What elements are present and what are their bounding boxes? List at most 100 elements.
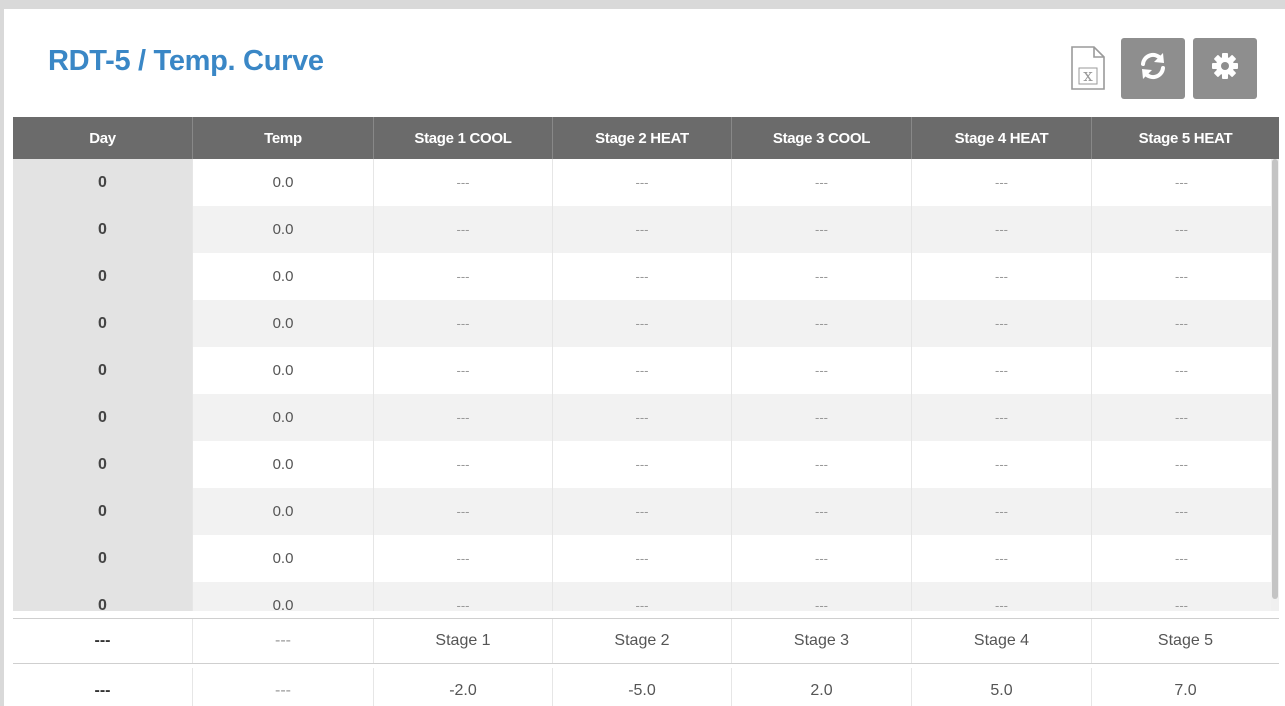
cell-stage-2[interactable]: --- (553, 394, 732, 441)
cell-day[interactable]: 0 (13, 582, 193, 611)
stage-values-row: --- --- -2.0 -5.0 2.0 5.0 7.0 (13, 668, 1279, 706)
cell-stage-4[interactable]: --- (912, 488, 1092, 535)
cell-stage-5[interactable]: --- (1092, 582, 1271, 611)
settings-button[interactable] (1193, 38, 1257, 99)
cell-stage-1[interactable]: --- (374, 582, 553, 611)
cell-stage-1[interactable]: --- (374, 253, 553, 300)
cell-stage-1[interactable]: --- (374, 206, 553, 253)
cell-day[interactable]: 0 (13, 300, 193, 347)
cell-stage-5[interactable]: --- (1092, 441, 1271, 488)
cell-stage-5[interactable]: --- (1092, 300, 1271, 347)
cell-stage-1[interactable]: --- (374, 535, 553, 582)
cell-day[interactable]: 0 (13, 535, 193, 582)
stage-label-temp: --- (193, 619, 374, 663)
cell-stage-2[interactable]: --- (553, 488, 732, 535)
table-row[interactable]: 0 0.0 --- --- --- --- --- (13, 300, 1271, 347)
cell-stage-4[interactable]: --- (912, 253, 1092, 300)
cell-stage-4[interactable]: --- (912, 300, 1092, 347)
table-row[interactable]: 0 0.0 --- --- --- --- --- (13, 582, 1271, 611)
cell-stage-2[interactable]: --- (553, 253, 732, 300)
cell-day[interactable]: 0 (13, 488, 193, 535)
cell-temp[interactable]: 0.0 (193, 441, 374, 488)
cell-temp[interactable]: 0.0 (193, 347, 374, 394)
cell-day[interactable]: 0 (13, 394, 193, 441)
cell-temp[interactable]: 0.0 (193, 159, 374, 206)
table-row[interactable]: 0 0.0 --- --- --- --- --- (13, 488, 1271, 535)
vertical-scrollbar[interactable] (1271, 159, 1279, 611)
page-title: RDT-5 / Temp. Curve (48, 45, 324, 77)
cell-stage-5[interactable]: --- (1092, 394, 1271, 441)
table-row[interactable]: 0 0.0 --- --- --- --- --- (13, 206, 1271, 253)
excel-export-icon[interactable]: x (1064, 44, 1112, 92)
cell-day[interactable]: 0 (13, 441, 193, 488)
table-row[interactable]: 0 0.0 --- --- --- --- --- (13, 159, 1271, 206)
cell-day[interactable]: 0 (13, 159, 193, 206)
table-row[interactable]: 0 0.0 --- --- --- --- --- (13, 347, 1271, 394)
cell-stage-3[interactable]: --- (732, 394, 912, 441)
stage-value-stage-2[interactable]: -5.0 (553, 668, 732, 706)
table-body[interactable]: 0 0.0 --- --- --- --- --- 0 0.0 --- --- --- --- --- 0 0… (13, 159, 1271, 611)
cell-stage-2[interactable]: --- (553, 347, 732, 394)
cell-stage-2[interactable]: --- (553, 206, 732, 253)
cell-stage-3[interactable]: --- (732, 206, 912, 253)
cell-temp[interactable]: 0.0 (193, 582, 374, 611)
cell-stage-5[interactable]: --- (1092, 253, 1271, 300)
cell-stage-5[interactable]: --- (1092, 535, 1271, 582)
cell-stage-3[interactable]: --- (732, 253, 912, 300)
cell-stage-1[interactable]: --- (374, 441, 553, 488)
table-row[interactable]: 0 0.0 --- --- --- --- --- (13, 253, 1271, 300)
cell-stage-2[interactable]: --- (553, 535, 732, 582)
cell-stage-5[interactable]: --- (1092, 206, 1271, 253)
stage-value-stage-3[interactable]: 2.0 (732, 668, 912, 706)
cell-stage-5[interactable]: --- (1092, 488, 1271, 535)
cell-stage-2[interactable]: --- (553, 159, 732, 206)
cell-stage-2[interactable]: --- (553, 582, 732, 611)
cell-stage-4[interactable]: --- (912, 582, 1092, 611)
table-row[interactable]: 0 0.0 --- --- --- --- --- (13, 535, 1271, 582)
cell-stage-4[interactable]: --- (912, 535, 1092, 582)
cell-temp[interactable]: 0.0 (193, 394, 374, 441)
cell-stage-1[interactable]: --- (374, 300, 553, 347)
cell-temp[interactable]: 0.0 (193, 253, 374, 300)
refresh-button[interactable] (1121, 38, 1185, 99)
cell-stage-3[interactable]: --- (732, 347, 912, 394)
stage-value-stage-5[interactable]: 7.0 (1092, 668, 1279, 706)
cell-stage-1[interactable]: --- (374, 159, 553, 206)
cell-temp[interactable]: 0.0 (193, 488, 374, 535)
cell-stage-2[interactable]: --- (553, 441, 732, 488)
cell-temp[interactable]: 0.0 (193, 300, 374, 347)
stage-value-stage-1[interactable]: -2.0 (374, 668, 553, 706)
table-row[interactable]: 0 0.0 --- --- --- --- --- (13, 441, 1271, 488)
cell-stage-4[interactable]: --- (912, 159, 1092, 206)
cell-stage-1[interactable]: --- (374, 394, 553, 441)
cell-stage-5[interactable]: --- (1092, 159, 1271, 206)
cell-stage-3[interactable]: --- (732, 300, 912, 347)
cell-stage-3[interactable]: --- (732, 535, 912, 582)
cell-stage-4[interactable]: --- (912, 394, 1092, 441)
cell-stage-3[interactable]: --- (732, 159, 912, 206)
cell-stage-4[interactable]: --- (912, 441, 1092, 488)
scrollbar-thumb[interactable] (1272, 159, 1278, 599)
cell-stage-1[interactable]: --- (374, 347, 553, 394)
stage-label-day: --- (13, 619, 193, 663)
cell-stage-2[interactable]: --- (553, 300, 732, 347)
cell-day[interactable]: 0 (13, 206, 193, 253)
cell-stage-3[interactable]: --- (732, 582, 912, 611)
table-row[interactable]: 0 0.0 --- --- --- --- --- (13, 394, 1271, 441)
cell-stage-3[interactable]: --- (732, 488, 912, 535)
cell-temp[interactable]: 0.0 (193, 206, 374, 253)
column-header-day: Day (13, 117, 193, 159)
gear-icon (1211, 52, 1239, 85)
cell-stage-5[interactable]: --- (1092, 347, 1271, 394)
cell-stage-4[interactable]: --- (912, 347, 1092, 394)
cell-day[interactable]: 0 (13, 253, 193, 300)
svg-text:x: x (1083, 66, 1093, 86)
stage-label-stage-1: Stage 1 (374, 619, 553, 663)
stage-value-temp: --- (193, 668, 374, 706)
cell-stage-3[interactable]: --- (732, 441, 912, 488)
cell-temp[interactable]: 0.0 (193, 535, 374, 582)
cell-day[interactable]: 0 (13, 347, 193, 394)
stage-value-stage-4[interactable]: 5.0 (912, 668, 1092, 706)
cell-stage-4[interactable]: --- (912, 206, 1092, 253)
cell-stage-1[interactable]: --- (374, 488, 553, 535)
